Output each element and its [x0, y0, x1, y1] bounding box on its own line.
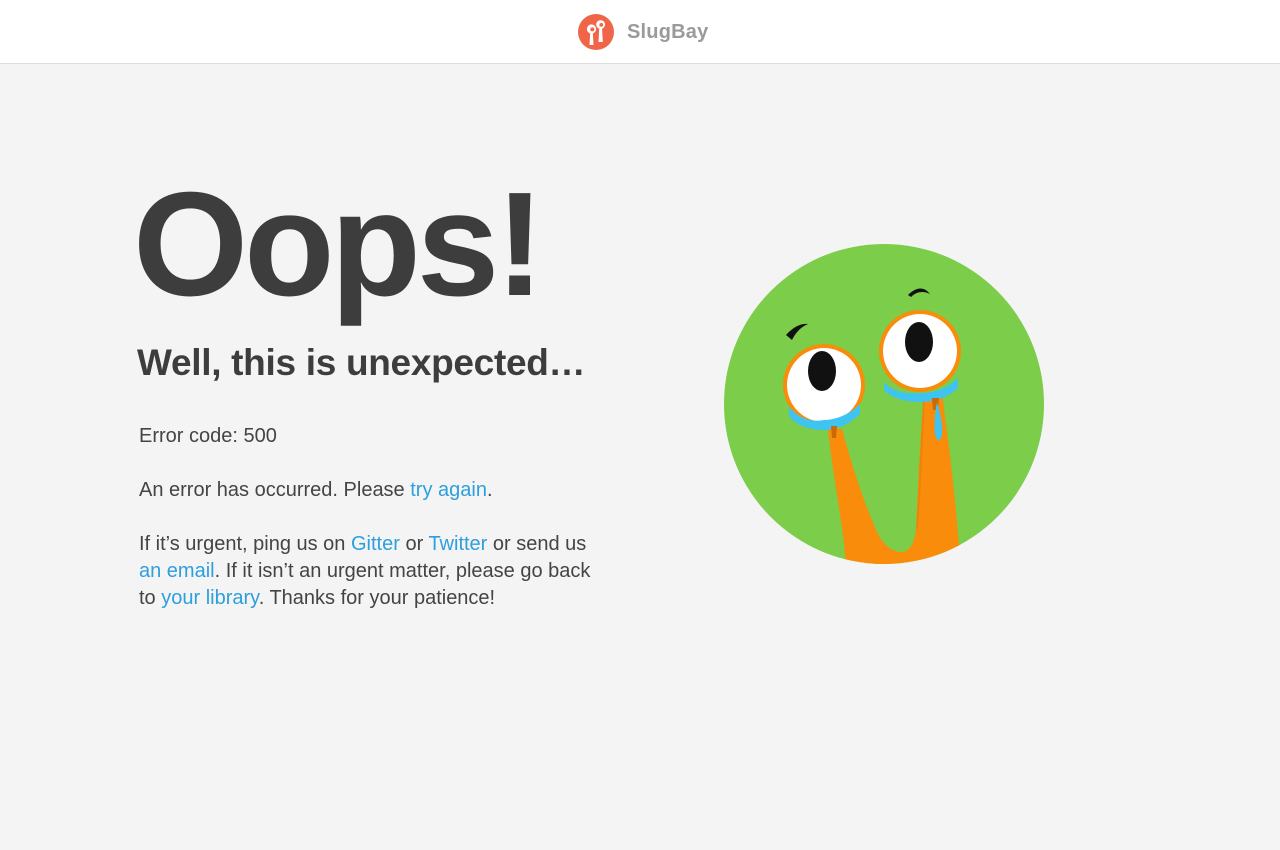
urgent-text-1: If it’s urgent, ping us on [139, 533, 351, 555]
crying-slug-illustration [724, 244, 1044, 564]
error-code-text: Error code: 500 [139, 425, 277, 447]
error-message: An error has occurred. Please try again. [139, 477, 599, 504]
gitter-link[interactable]: Gitter [351, 533, 400, 555]
urgent-text-5: . Thanks for your patience! [258, 587, 496, 609]
urgent-text-2: or [399, 533, 429, 555]
error-message-text: An error has occurred. Please [139, 479, 411, 501]
crying-slug-icon [724, 244, 1044, 564]
brand-name: SlugBay [627, 20, 709, 43]
urgent-message: If it’s urgent, ping us on Gitter or Twi… [139, 531, 599, 612]
slugbay-logo-icon [578, 14, 614, 50]
email-link[interactable]: an email [139, 560, 215, 582]
urgent-text-3: or send us [487, 533, 587, 555]
page-subtitle: Well, this is unexpected… [137, 342, 586, 383]
page-title: Oops! [133, 162, 545, 327]
error-message-end: . [486, 479, 493, 501]
try-again-link[interactable]: try again [410, 479, 487, 501]
top-bar: SlugBay [0, 0, 1280, 64]
twitter-link[interactable]: Twitter [428, 533, 487, 555]
library-link[interactable]: your library [161, 587, 258, 609]
error-content: Oops! Well, this is unexpected… Error co… [133, 165, 599, 612]
brand-home-link[interactable]: SlugBay [578, 14, 708, 50]
